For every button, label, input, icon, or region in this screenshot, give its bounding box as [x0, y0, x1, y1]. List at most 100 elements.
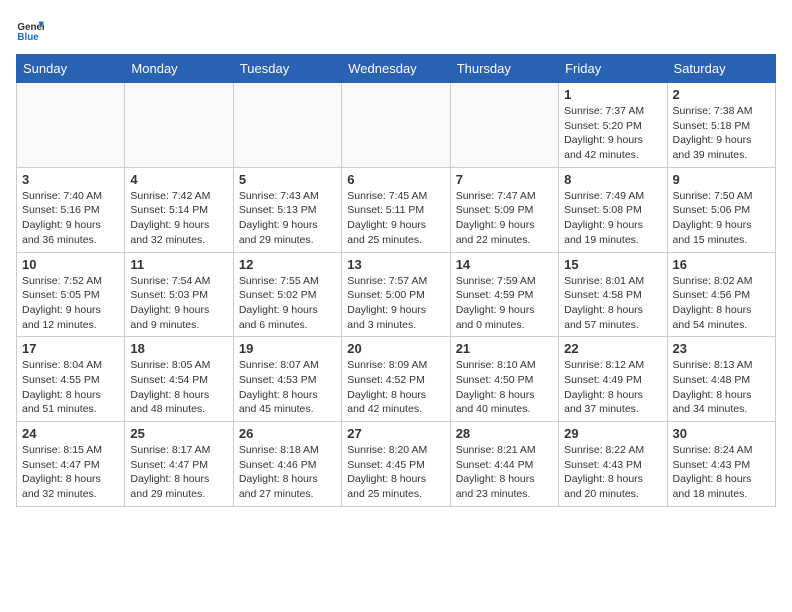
day-info: Sunrise: 7:43 AM Sunset: 5:13 PM Dayligh… — [239, 189, 336, 248]
day-info: Sunrise: 7:40 AM Sunset: 5:16 PM Dayligh… — [22, 189, 119, 248]
logo: General Blue — [16, 16, 48, 44]
calendar-cell: 23 Sunrise: 8:13 AM Sunset: 4:48 PM Dayli… — [667, 337, 775, 422]
day-number: 20 — [347, 341, 444, 356]
day-number: 29 — [564, 426, 661, 441]
calendar-cell: 17Sunrise: 8:04 AM Sunset: 4:55 PM Dayli… — [17, 337, 125, 422]
calendar-cell: 27 Sunrise: 8:20 AM Sunset: 4:45 PM Dayli… — [342, 422, 450, 507]
calendar-cell: 6Sunrise: 7:45 AM Sunset: 5:11 PM Daylig… — [342, 167, 450, 252]
day-info: Sunrise: 8:22 AM Sunset: 4:43 PM Dayligh… — [564, 443, 661, 502]
day-number: 11 — [130, 257, 227, 272]
calendar-cell: 14 Sunrise: 7:59 AM Sunset: 4:59 PM Dayli… — [450, 252, 558, 337]
day-info: Sunrise: 7:55 AM Sunset: 5:02 PM Dayligh… — [239, 274, 336, 333]
calendar-header-row: SundayMondayTuesdayWednesdayThursdayFrid… — [17, 55, 776, 83]
day-info: Sunrise: 7:47 AM Sunset: 5:09 PM Dayligh… — [456, 189, 553, 248]
day-number: 26 — [239, 426, 336, 441]
day-number: 3 — [22, 172, 119, 187]
calendar-cell: 28 Sunrise: 8:21 AM Sunset: 4:44 PM Dayli… — [450, 422, 558, 507]
header: General Blue — [16, 16, 776, 44]
calendar-cell — [125, 83, 233, 168]
day-number: 17 — [22, 341, 119, 356]
day-info: Sunrise: 8:24 AM Sunset: 4:43 PM Dayligh… — [673, 443, 770, 502]
day-info: Sunrise: 7:49 AM Sunset: 5:08 PM Dayligh… — [564, 189, 661, 248]
day-number: 12 — [239, 257, 336, 272]
day-info: Sunrise: 8:10 AM Sunset: 4:50 PM Dayligh… — [456, 358, 553, 417]
day-number: 27 — [347, 426, 444, 441]
day-number: 22 — [564, 341, 661, 356]
day-info: Sunrise: 8:21 AM Sunset: 4:44 PM Dayligh… — [456, 443, 553, 502]
calendar-cell: 30 Sunrise: 8:24 AM Sunset: 4:43 PM Dayli… — [667, 422, 775, 507]
day-info: Sunrise: 7:50 AM Sunset: 5:06 PM Dayligh… — [673, 189, 770, 248]
day-number: 13 — [347, 257, 444, 272]
calendar-cell — [233, 83, 341, 168]
day-info: Sunrise: 7:57 AM Sunset: 5:00 PM Dayligh… — [347, 274, 444, 333]
calendar-cell: 16Sunrise: 8:02 AM Sunset: 4:56 PM Dayli… — [667, 252, 775, 337]
calendar-cell: 3 Sunrise: 7:40 AM Sunset: 5:16 PM Daylig… — [17, 167, 125, 252]
calendar-week-3: 10 Sunrise: 7:52 AM Sunset: 5:05 PM Dayli… — [17, 252, 776, 337]
day-number: 5 — [239, 172, 336, 187]
calendar-cell: 15 Sunrise: 8:01 AM Sunset: 4:58 PM Dayli… — [559, 252, 667, 337]
calendar-cell — [450, 83, 558, 168]
day-number: 15 — [564, 257, 661, 272]
day-info: Sunrise: 7:37 AM Sunset: 5:20 PM Dayligh… — [564, 104, 661, 163]
calendar-cell: 25 Sunrise: 8:17 AM Sunset: 4:47 PM Dayli… — [125, 422, 233, 507]
calendar-cell: 18 Sunrise: 8:05 AM Sunset: 4:54 PM Dayli… — [125, 337, 233, 422]
day-info: Sunrise: 8:18 AM Sunset: 4:46 PM Dayligh… — [239, 443, 336, 502]
day-number: 24 — [22, 426, 119, 441]
calendar-cell: 13 Sunrise: 7:57 AM Sunset: 5:00 PM Dayli… — [342, 252, 450, 337]
day-info: Sunrise: 7:59 AM Sunset: 4:59 PM Dayligh… — [456, 274, 553, 333]
calendar-cell: 8 Sunrise: 7:49 AM Sunset: 5:08 PM Daylig… — [559, 167, 667, 252]
calendar-cell: 29 Sunrise: 8:22 AM Sunset: 4:43 PM Dayli… — [559, 422, 667, 507]
day-info: Sunrise: 7:38 AM Sunset: 5:18 PM Dayligh… — [673, 104, 770, 163]
day-number: 14 — [456, 257, 553, 272]
day-number: 9 — [673, 172, 770, 187]
day-number: 25 — [130, 426, 227, 441]
calendar-cell: 10 Sunrise: 7:52 AM Sunset: 5:05 PM Dayli… — [17, 252, 125, 337]
header-sunday: Sunday — [17, 55, 125, 83]
calendar-cell: 1 Sunrise: 7:37 AM Sunset: 5:20 PM Daylig… — [559, 83, 667, 168]
day-info: Sunrise: 8:05 AM Sunset: 4:54 PM Dayligh… — [130, 358, 227, 417]
header-wednesday: Wednesday — [342, 55, 450, 83]
header-monday: Monday — [125, 55, 233, 83]
day-info: Sunrise: 8:13 AM Sunset: 4:48 PM Dayligh… — [673, 358, 770, 417]
day-number: 2 — [673, 87, 770, 102]
day-info: Sunrise: 8:12 AM Sunset: 4:49 PM Dayligh… — [564, 358, 661, 417]
day-info: Sunrise: 7:54 AM Sunset: 5:03 PM Dayligh… — [130, 274, 227, 333]
calendar-cell: 4 Sunrise: 7:42 AM Sunset: 5:14 PM Daylig… — [125, 167, 233, 252]
day-info: Sunrise: 8:17 AM Sunset: 4:47 PM Dayligh… — [130, 443, 227, 502]
svg-text:Blue: Blue — [17, 32, 39, 43]
day-number: 16 — [673, 257, 770, 272]
header-friday: Friday — [559, 55, 667, 83]
calendar-cell: 11 Sunrise: 7:54 AM Sunset: 5:03 PM Dayli… — [125, 252, 233, 337]
calendar-week-4: 17Sunrise: 8:04 AM Sunset: 4:55 PM Dayli… — [17, 337, 776, 422]
day-number: 10 — [22, 257, 119, 272]
day-number: 1 — [564, 87, 661, 102]
day-number: 4 — [130, 172, 227, 187]
day-info: Sunrise: 7:52 AM Sunset: 5:05 PM Dayligh… — [22, 274, 119, 333]
day-number: 19 — [239, 341, 336, 356]
calendar-cell: 20 Sunrise: 8:09 AM Sunset: 4:52 PM Dayli… — [342, 337, 450, 422]
day-number: 18 — [130, 341, 227, 356]
calendar-cell: 12 Sunrise: 7:55 AM Sunset: 5:02 PM Dayli… — [233, 252, 341, 337]
day-info: Sunrise: 8:15 AM Sunset: 4:47 PM Dayligh… — [22, 443, 119, 502]
day-info: Sunrise: 8:09 AM Sunset: 4:52 PM Dayligh… — [347, 358, 444, 417]
calendar-week-1: 1 Sunrise: 7:37 AM Sunset: 5:20 PM Daylig… — [17, 83, 776, 168]
header-tuesday: Tuesday — [233, 55, 341, 83]
day-info: Sunrise: 8:20 AM Sunset: 4:45 PM Dayligh… — [347, 443, 444, 502]
calendar-cell: 22 Sunrise: 8:12 AM Sunset: 4:49 PM Dayli… — [559, 337, 667, 422]
day-number: 21 — [456, 341, 553, 356]
calendar-cell: 26 Sunrise: 8:18 AM Sunset: 4:46 PM Dayli… — [233, 422, 341, 507]
calendar-cell: 9 Sunrise: 7:50 AM Sunset: 5:06 PM Daylig… — [667, 167, 775, 252]
header-saturday: Saturday — [667, 55, 775, 83]
day-number: 8 — [564, 172, 661, 187]
day-number: 6 — [347, 172, 444, 187]
day-number: 28 — [456, 426, 553, 441]
calendar: SundayMondayTuesdayWednesdayThursdayFrid… — [16, 54, 776, 507]
day-info: Sunrise: 7:42 AM Sunset: 5:14 PM Dayligh… — [130, 189, 227, 248]
day-info: Sunrise: 8:07 AM Sunset: 4:53 PM Dayligh… — [239, 358, 336, 417]
day-number: 30 — [673, 426, 770, 441]
day-number: 23 — [673, 341, 770, 356]
day-info: Sunrise: 8:01 AM Sunset: 4:58 PM Dayligh… — [564, 274, 661, 333]
calendar-cell — [342, 83, 450, 168]
calendar-cell: 2 Sunrise: 7:38 AM Sunset: 5:18 PM Daylig… — [667, 83, 775, 168]
calendar-week-5: 24 Sunrise: 8:15 AM Sunset: 4:47 PM Dayli… — [17, 422, 776, 507]
